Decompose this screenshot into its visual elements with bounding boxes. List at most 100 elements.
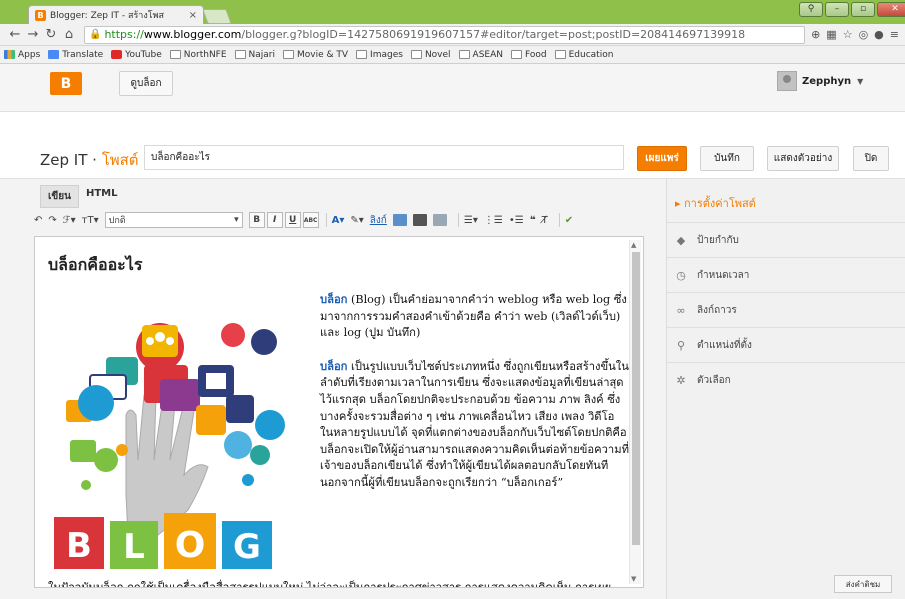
editor-scrollbar[interactable]: ▲ ▼ (629, 240, 641, 584)
forward-icon[interactable]: → (24, 27, 42, 42)
toolbar-icons: ⊕ ▦ ☆ ◎ ● ≡ (811, 28, 899, 41)
post-heading: บล็อกคืออะไร (48, 255, 143, 274)
post-settings-title[interactable]: ▸ การตั้งค่าโพสต์ (675, 194, 756, 212)
scroll-down-icon[interactable]: ▼ (631, 575, 636, 583)
post-title-bar: Zep IT · โพสต์ บล็อกคืออะไร เผยแพร่ บันท… (0, 112, 905, 178)
tab-compose[interactable]: เขียน (40, 185, 79, 208)
view-blog-button[interactable]: ดูบล็อก (119, 71, 173, 96)
gear-icon: ✲ (676, 373, 686, 387)
settings-options[interactable]: ✲ ตัวเลือก (667, 362, 905, 397)
avatar (777, 71, 797, 91)
minimize-icon[interactable]: – (825, 2, 849, 17)
paragraph-format-select[interactable]: ปกติ ▾ (104, 212, 243, 228)
preview-button[interactable]: แสดงตัวอย่าง (767, 146, 839, 171)
editor-mode-tabs: เขียน HTML (40, 185, 124, 208)
apps-icon (4, 50, 15, 59)
maximize-icon[interactable]: ▫ (851, 2, 875, 17)
extension2-icon[interactable]: ● (874, 28, 884, 41)
insert-video-icon[interactable] (412, 214, 427, 226)
scrollbar-thumb[interactable] (632, 252, 640, 545)
star-icon[interactable]: ☆ (843, 28, 853, 41)
link-icon[interactable]: ลิงก์ (370, 213, 387, 228)
reload-icon[interactable]: ↻ (42, 27, 60, 42)
image-letter-b: B (66, 526, 92, 566)
keyword-blog: บล็อก (320, 292, 348, 306)
scroll-up-icon[interactable]: ▲ (631, 241, 636, 249)
zoom-icon[interactable]: ⊕ (811, 28, 820, 41)
clear-formatting-icon[interactable]: T̸ (542, 215, 548, 226)
publish-button[interactable]: เผยแพร่ (637, 146, 687, 171)
bookmark-folder-northnfe[interactable]: NorthNFE (169, 50, 227, 60)
italic-button[interactable]: I (266, 212, 283, 228)
tag-icon: ◆ (676, 233, 686, 247)
paragraph-1: บล็อก (Blog) เป็นคำย่อมาจากคำว่า weblog … (320, 292, 627, 340)
settings-location[interactable]: ⚲ ตำแหน่งที่ตั้ง (667, 327, 905, 362)
image-letter-g: G (233, 527, 261, 567)
clock-icon: ◷ (676, 268, 686, 282)
blogger-logo[interactable]: B (50, 72, 82, 95)
spell-check-icon[interactable]: ✔ (565, 215, 573, 226)
tab-html[interactable]: HTML (79, 185, 125, 208)
bookmark-folder-food[interactable]: Food (511, 50, 547, 60)
font-family-icon[interactable]: ℱ▾ (63, 215, 76, 226)
browser-toolbar: ← → ↻ ⌂ 🔒 https:// www.blogger.com /blog… (0, 24, 905, 46)
translate-bookmark-icon (48, 50, 60, 59)
save-button[interactable]: บันทึก (700, 146, 754, 171)
lock-icon: 🔒 (89, 29, 102, 40)
bookmark-folder-novel[interactable]: Novel (410, 50, 451, 60)
home-icon[interactable]: ⌂ (60, 27, 78, 42)
browser-tab[interactable]: B Blogger: Zep IT - สร้างโพส × (28, 5, 204, 24)
settings-schedule[interactable]: ◷ กำหนดเวลา (667, 257, 905, 292)
text-color-icon[interactable]: A▾ (332, 215, 345, 226)
close-button[interactable]: ปิด (853, 146, 889, 171)
quote-icon[interactable]: ❝ (530, 215, 536, 226)
bookmark-folder-najari[interactable]: Najari (234, 50, 275, 60)
menu-icon[interactable]: ≡ (890, 28, 899, 41)
folder-icon (169, 50, 181, 59)
align-icon[interactable]: ☰▾ (464, 215, 478, 226)
bookmark-folder-asean[interactable]: ASEAN (458, 50, 503, 60)
folder-icon (234, 50, 246, 59)
underline-button[interactable]: U (284, 212, 301, 228)
url-path: /blogger.g?blogID=1427580691919607157#ed… (241, 28, 746, 41)
bookmark-folder-images[interactable]: Images (356, 50, 403, 60)
toolbar-divider (457, 213, 459, 227)
image-letter-o: O (175, 525, 206, 566)
insert-jump-break-icon[interactable] (432, 214, 447, 226)
bookmark-apps[interactable]: Apps (4, 50, 40, 60)
font-size-icon[interactable]: ᴛT▾ (82, 215, 99, 226)
extension-icon[interactable]: ◎ (859, 28, 869, 41)
new-tab-button[interactable] (202, 9, 232, 24)
settings-permalink[interactable]: ∞ ลิงก์ถาวร (667, 292, 905, 327)
blogger-header: B ดูบล็อก Zepphyn ▼ (0, 64, 905, 112)
bookmark-youtube[interactable]: YouTube (111, 50, 162, 60)
folder-icon (554, 50, 566, 59)
address-bar[interactable]: 🔒 https:// www.blogger.com /blogger.g?bl… (84, 25, 806, 44)
send-feedback-button[interactable]: ส่งคำติชม (834, 575, 892, 593)
numbered-list-icon[interactable]: ⋮☰ (484, 215, 503, 226)
highlight-icon[interactable]: ✎▾ (350, 215, 363, 226)
close-tab-icon[interactable]: × (189, 10, 197, 21)
paragraph-3: ในปัจจุบันบล็อก ถูกใช้เป็นเครื่องมือสื่อ… (48, 580, 628, 587)
bulleted-list-icon[interactable]: •☰ (509, 215, 524, 226)
bookmark-folder-education[interactable]: Education (554, 50, 613, 60)
post-title-input[interactable]: บล็อกคืออะไร (144, 145, 624, 170)
breadcrumb-section: โพสต์ (101, 151, 139, 169)
user-profile-icon[interactable]: ⚲ (799, 2, 823, 17)
user-menu[interactable]: Zepphyn ▼ (777, 71, 863, 91)
back-icon[interactable]: ← (6, 27, 24, 42)
folder-icon (511, 50, 522, 59)
bookmark-translate[interactable]: Translate (48, 50, 103, 60)
translate-icon[interactable]: ▦ (826, 28, 836, 41)
insert-image-icon[interactable] (392, 214, 407, 226)
bold-button[interactable]: B (248, 212, 265, 228)
settings-labels[interactable]: ◆ ป้ายกำกับ (667, 222, 905, 257)
post-body-text: บล็อก (Blog) เป็นคำย่อมาจากคำว่า weblog … (320, 291, 630, 492)
bookmark-folder-movie[interactable]: Movie & TV (283, 50, 348, 60)
strikethrough-button[interactable]: ABC (302, 212, 319, 228)
bookmarks-bar: Apps Translate YouTube NorthNFE Najari M… (0, 46, 905, 64)
redo-icon[interactable]: ↷ (48, 215, 56, 226)
window-close-icon[interactable]: ✕ (877, 2, 905, 17)
post-body-editor[interactable]: บล็อกคืออะไร B L O G บล็อก (Blog) เป็นคำ… (34, 236, 644, 588)
undo-icon[interactable]: ↶ (34, 215, 42, 226)
